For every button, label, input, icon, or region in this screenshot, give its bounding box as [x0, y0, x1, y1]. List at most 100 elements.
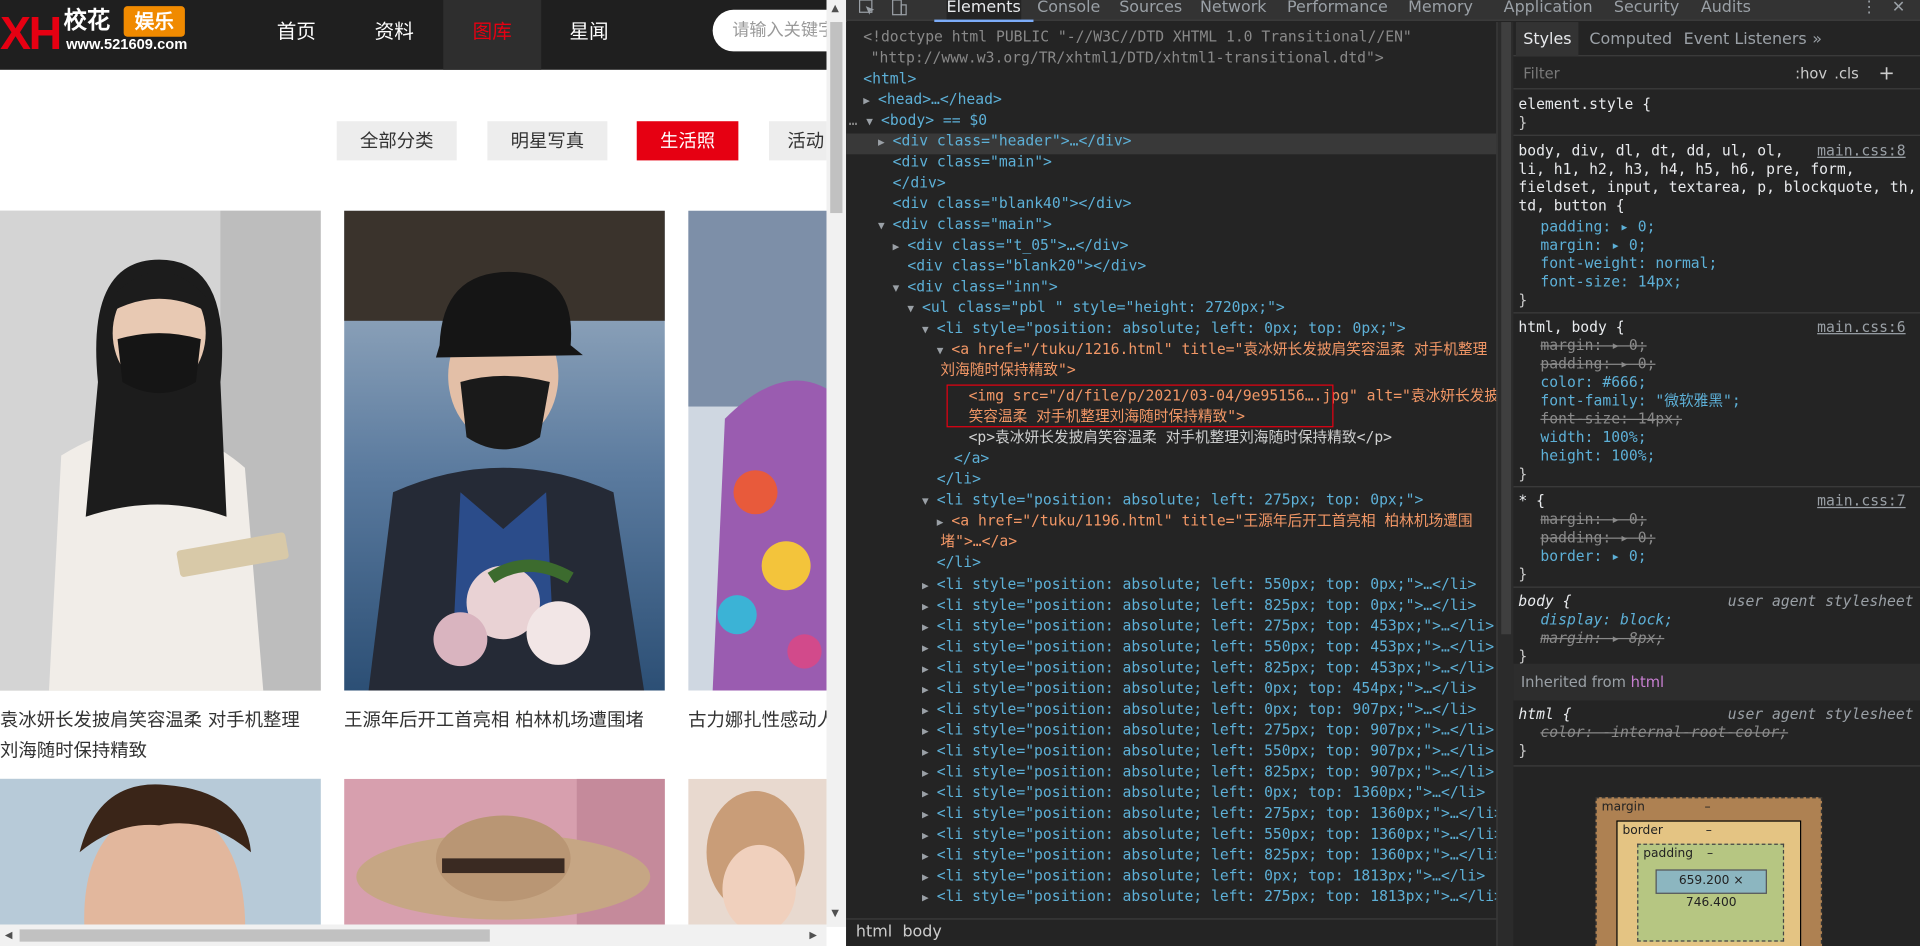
style-declaration[interactable]: font-weight: normal; — [1540, 255, 1717, 273]
source-link[interactable]: main.css:8 — [1817, 142, 1905, 160]
gallery-photo-3[interactable] — [688, 210, 827, 691]
dom-line[interactable]: ▼ <li style="position: absolute; left: 27… — [922, 490, 1423, 513]
source-link[interactable]: main.css:7 — [1817, 492, 1905, 510]
dom-line[interactable]: ▶ <li style="position: absolute; left: 82… — [922, 762, 1494, 785]
scroll-down-icon[interactable]: ▼ — [831, 907, 839, 918]
dom-line[interactable]: <html> — [863, 69, 916, 90]
style-declaration[interactable]: height: 100%; — [1540, 447, 1655, 465]
dom-line[interactable]: ▶ <li style="position: absolute; left: 0p… — [922, 678, 1476, 701]
dom-line[interactable]: </li> — [937, 552, 981, 573]
box-model-padding[interactable]: padding – 659.200 × 746.400 — [1637, 843, 1785, 942]
style-declaration[interactable]: margin: ▸ 8px; — [1540, 629, 1664, 647]
scrollbar-thumb[interactable] — [1501, 22, 1512, 635]
dom-line[interactable]: ▼ <div class="main"> — [878, 214, 1052, 237]
collapse-triangle-icon[interactable]: ▼ — [922, 321, 937, 342]
more-options-icon[interactable]: ⋮ — [1861, 0, 1877, 21]
dom-line[interactable]: ▶ <div class="header">…</div> — [878, 131, 1132, 154]
dom-line[interactable]: <!doctype html PUBLIC "-//W3C//DTD XHTML… — [863, 27, 1411, 48]
style-declaration[interactable]: display: block; — [1540, 611, 1673, 629]
dom-line[interactable]: ▼ <ul class="pbl " style="height: 2720px;… — [907, 298, 1284, 321]
dom-line[interactable]: ▶ <li style="position: absolute; left: 0p… — [922, 699, 1476, 722]
breadcrumb-html[interactable]: html — [856, 920, 892, 946]
box-model-margin[interactable]: margin – border – padding – 659.200 × 74… — [1595, 797, 1823, 946]
category-events[interactable]: 活动 — [768, 121, 827, 161]
expand-triangle-icon[interactable]: ▶ — [893, 238, 908, 259]
dom-line[interactable]: <div class="main"> — [893, 152, 1052, 173]
dom-line[interactable]: ▶ <li style="position: absolute; left: 0p… — [922, 866, 1485, 889]
elements-tree[interactable]: <!doctype html PUBLIC "-//W3C//DTD XHTML… — [846, 22, 1497, 919]
tab-event-listeners[interactable]: Event Listeners — [1684, 22, 1807, 56]
dom-line[interactable]: 堵">…</a> — [940, 531, 1017, 552]
gallery-caption-2[interactable]: 王源年后开工首亮相 柏林机场遭围堵 — [344, 705, 665, 736]
dom-line-body[interactable]: … ▼ <body> == $0 — [849, 110, 988, 133]
style-declaration[interactable]: font-size: 14px; — [1540, 273, 1682, 291]
dom-line[interactable]: ▶ <li style="position: absolute; left: 55… — [922, 637, 1494, 660]
scroll-up-icon[interactable]: ▲ — [831, 2, 839, 13]
caption-line[interactable]: 古力娜扎性感动人 — [688, 705, 826, 736]
add-rule-icon[interactable]: + — [1878, 58, 1894, 90]
style-declaration[interactable]: font-family: "微软雅黑"; — [1540, 392, 1740, 410]
style-declaration[interactable]: margin: ▸ 0; — [1540, 236, 1646, 254]
gallery-caption-1[interactable]: 袁冰妍长发披肩笑容温柔 对手机整理 刘海随时保持精致 — [0, 705, 321, 766]
elements-scrollbar[interactable] — [1496, 22, 1514, 946]
style-declaration[interactable]: padding: ▸ 0; — [1540, 529, 1655, 547]
gallery-photo-1[interactable] — [0, 210, 321, 691]
gallery-caption-3[interactable]: 古力娜扎性感动人 — [688, 705, 826, 736]
inspect-element-icon[interactable] — [858, 0, 875, 20]
category-star-photos[interactable]: 明星写真 — [487, 121, 608, 161]
dom-line[interactable]: ▶ <div class="t_05">…</div> — [893, 235, 1129, 258]
logo-mark[interactable]: XH — [0, 7, 62, 61]
close-devtools-icon[interactable]: ✕ — [1892, 0, 1905, 21]
hov-toggle[interactable]: :hov — [1795, 58, 1827, 90]
collapse-triangle-icon[interactable]: ▼ — [907, 300, 922, 321]
scroll-left-icon[interactable]: ◀ — [5, 929, 13, 940]
box-model-content[interactable]: 659.200 × 746.400 — [1655, 869, 1767, 910]
tab-elements[interactable]: Elements — [934, 0, 1033, 23]
expand-triangle-icon[interactable]: ▶ — [922, 889, 937, 910]
style-declaration[interactable]: border: ▸ 0; — [1540, 547, 1646, 565]
dom-line[interactable]: ▼ <li style="position: absolute; left: 0p… — [922, 318, 1406, 341]
more-tabs-icon[interactable]: » — [1812, 22, 1822, 56]
style-declaration[interactable]: margin: ▸ 0; — [1540, 511, 1646, 529]
dom-line[interactable]: <p>袁冰妍长发披肩笑容温柔 对手机整理刘海随时保持精致</p> — [969, 427, 1392, 448]
dom-line[interactable]: ▶ <li style="position: absolute; left: 55… — [922, 574, 1476, 597]
collapse-triangle-icon[interactable]: ▼ — [878, 217, 893, 238]
dom-line[interactable]: ▼ <div class="inn"> — [893, 277, 1058, 300]
style-declaration[interactable]: padding: ▸ 0; — [1540, 355, 1655, 373]
dom-line[interactable]: <div class="blank20"></div> — [907, 256, 1146, 277]
box-model-border[interactable]: border – padding – 659.200 × 746.400 — [1616, 820, 1802, 946]
nav-news[interactable]: 星闻 — [540, 0, 638, 70]
tab-application[interactable]: Application — [1504, 0, 1593, 21]
dom-line[interactable]: ▶ <li style="position: absolute; left: 27… — [922, 887, 1496, 910]
dom-line[interactable]: "http://www.w3.org/TR/xhtml1/DTD/xhtml1-… — [871, 48, 1384, 69]
caption-line[interactable]: 刘海随时保持精致 — [0, 736, 321, 767]
style-declaration[interactable]: color: #666; — [1540, 373, 1646, 391]
dom-line[interactable]: ▶ <head>…</head> — [863, 89, 1002, 112]
dom-line[interactable]: <div class="blank40"></div> — [893, 193, 1132, 214]
tab-console[interactable]: Console — [1037, 0, 1100, 21]
dom-line[interactable]: </li> — [937, 469, 981, 490]
dom-line[interactable]: ▶ <li style="position: absolute; left: 27… — [922, 616, 1494, 639]
inherited-tag[interactable]: html — [1631, 673, 1664, 690]
gallery-photo-6[interactable] — [688, 778, 827, 946]
caption-line[interactable]: 王源年后开工首亮相 柏林机场遭围堵 — [344, 705, 665, 736]
nav-gallery[interactable]: 图库 — [443, 0, 542, 70]
dom-line[interactable]: ▶ <li style="position: absolute; left: 27… — [922, 720, 1494, 743]
style-declaration[interactable]: width: 100%; — [1540, 429, 1646, 447]
nav-home[interactable]: 首页 — [247, 0, 345, 70]
dom-line[interactable]: ▶ <li style="position: absolute; left: 0p… — [922, 782, 1485, 805]
page-vertical-scrollbar[interactable]: ▲ ▼ — [826, 0, 847, 927]
dom-line[interactable]: </a> — [954, 448, 989, 469]
style-declaration[interactable]: color: -internal-root-color; — [1540, 724, 1788, 742]
dom-line[interactable]: ▶ <a href="/tuku/1196.html" title="王源年后开工… — [937, 511, 1473, 534]
dom-line[interactable]: ▶ <li style="position: absolute; left: 27… — [922, 803, 1496, 826]
style-declaration[interactable]: margin: ▸ 0; — [1540, 337, 1646, 355]
collapse-triangle-icon[interactable]: ▼ — [922, 492, 937, 513]
tab-security[interactable]: Security — [1614, 0, 1679, 21]
dom-line[interactable]: ▶ <li style="position: absolute; left: 55… — [922, 741, 1494, 764]
expand-triangle-icon[interactable]: ▶ — [878, 133, 893, 154]
scrollbar-thumb[interactable] — [19, 929, 490, 942]
dom-line[interactable]: ▶ <li style="position: absolute; left: 82… — [922, 658, 1494, 681]
breadcrumb-body[interactable]: body — [902, 920, 941, 946]
dom-line[interactable]: ▶ <li style="position: absolute; left: 82… — [922, 595, 1476, 618]
